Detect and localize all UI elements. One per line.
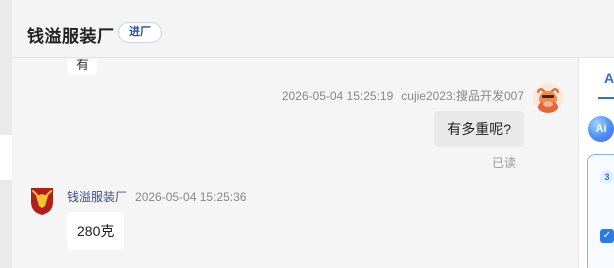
tab-assistant[interactable]: A bbox=[604, 70, 614, 86]
read-receipt: 已读 bbox=[491, 156, 516, 170]
left-sidebar-edge bbox=[0, 0, 12, 268]
message-timestamp: 2026-05-04 15:25:19 bbox=[281, 89, 394, 103]
ai-icon[interactable]: Ai bbox=[588, 116, 614, 142]
message-list[interactable]: 有 2026-05-04 15:25:19 cujie2023:搜品开发007 有… bbox=[12, 59, 578, 268]
message-sender[interactable]: 钱溢服装厂 bbox=[67, 190, 127, 204]
message-bubble-partial: 有 bbox=[67, 59, 97, 75]
chat-header: 钱溢服装厂 进厂 bbox=[12, 0, 614, 58]
message-meta-outgoing: 2026-05-04 15:25:19 cujie2023:搜品开发007 bbox=[282, 87, 524, 104]
shield-logo-icon[interactable] bbox=[29, 186, 55, 216]
chat-title: 钱溢服装厂 bbox=[27, 27, 115, 46]
bull-avatar-icon[interactable] bbox=[533, 83, 563, 113]
message-text: 有 bbox=[76, 59, 90, 72]
checkbox[interactable]: ✓ bbox=[600, 229, 614, 243]
message-bubble-outgoing[interactable]: 有多重呢? bbox=[434, 111, 524, 147]
message-timestamp: 2026-05-04 15:25:36 bbox=[135, 190, 247, 204]
assistant-side-panel: A Ai 3 ✓ bbox=[578, 58, 614, 268]
message-sender: cujie2023:搜品开发007 bbox=[401, 89, 524, 103]
suggestion-number: 3 bbox=[600, 170, 614, 184]
left-sidebar-item[interactable] bbox=[0, 135, 12, 180]
message-bubble-incoming[interactable]: 280克 bbox=[67, 212, 125, 250]
status-badge[interactable]: 进厂 bbox=[118, 22, 162, 43]
active-tab-indicator bbox=[598, 97, 614, 99]
message-meta-incoming: 钱溢服装厂 2026-05-04 15:25:36 bbox=[67, 188, 246, 205]
